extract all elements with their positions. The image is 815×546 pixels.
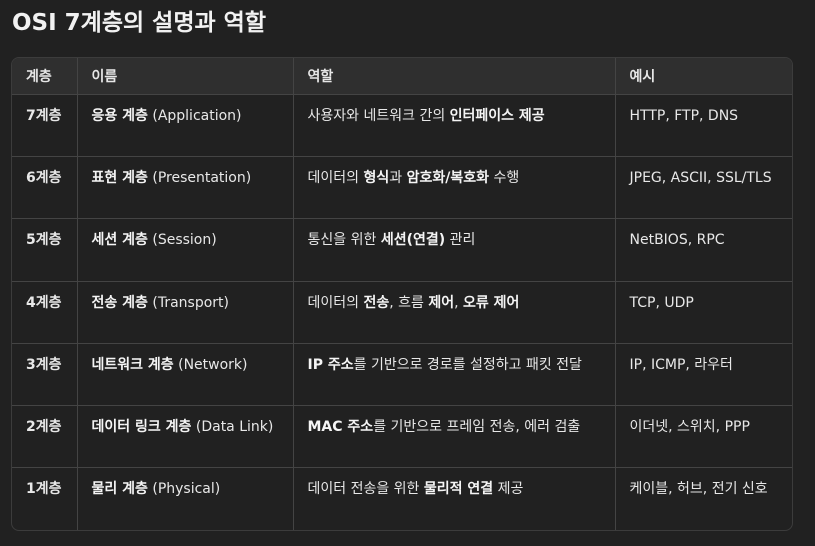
role-text: 를 기반으로 프레임 전송, 에러 검출	[373, 419, 581, 436]
cell-example: IP, ICMP, 라우터	[614, 342, 792, 406]
osi-table: 계층 이름 역할 예시 7계층 응용 계층 (Application) 사용자와 네…	[11, 57, 793, 531]
cell-layer: 3계층	[12, 342, 77, 406]
table-row: 4계층 전송 계층 (Transport) 데이터의 전송, 흐름 제어, 오류 제…	[12, 280, 792, 344]
cell-name-bold: 네트워크 계층	[91, 356, 174, 373]
cell-name: 응용 계층 (Application)	[76, 94, 293, 157]
role-emphasis: IP 주소	[307, 356, 354, 373]
table-row: 6계층 표현 계층 (Presentation) 데이터의 형식과 암호화/복호화 …	[12, 156, 792, 219]
role-emphasis: MAC 주소	[307, 419, 374, 436]
cell-role: 데이터 전송을 위한 물리적 연결 제공	[292, 467, 615, 530]
role-text: 데이터 전송을 위한	[307, 481, 424, 498]
cell-example: NetBIOS, RPC	[614, 218, 792, 282]
role-text: 사용자와 네트워크 간의	[307, 108, 450, 124]
cell-layer: 5계층	[12, 218, 77, 282]
cell-layer: 2계층	[12, 405, 77, 468]
cell-layer: 1계층	[12, 467, 77, 530]
role-emphasis: 암호화/복호화	[406, 170, 489, 187]
table-row: 3계층 네트워크 계층 (Network) IP 주소를 기반으로 경로를 설정하고…	[12, 342, 792, 406]
cell-layer: 4계층	[12, 280, 77, 344]
table-row: 7계층 응용 계층 (Application) 사용자와 네트워크 간의 인터페이스…	[12, 94, 792, 157]
role-emphasis: 세션(연결)	[380, 232, 446, 249]
cell-name-rest: (Physical)	[147, 481, 221, 498]
role-emphasis: 물리적 연결	[423, 481, 494, 498]
cell-example: TCP, UDP	[614, 280, 792, 344]
table-row: 2계층 데이터 링크 계층 (Data Link) MAC 주소를 기반으로 프레임…	[12, 405, 792, 468]
cell-name-bold: 세션 계층	[91, 232, 148, 249]
cell-role: 사용자와 네트워크 간의 인터페이스 제공	[292, 94, 615, 157]
cell-name-rest: (Data Link)	[191, 419, 274, 436]
cell-name: 전송 계층 (Transport)	[76, 280, 293, 344]
cell-name-rest: (Presentation)	[147, 170, 252, 187]
cell-example: JPEG, ASCII, SSL/TLS	[614, 156, 792, 219]
role-text: 를 기반으로 경로를 설정하고 패킷 전달	[353, 356, 582, 373]
role-text: ,	[454, 294, 464, 311]
cell-role: IP 주소를 기반으로 경로를 설정하고 패킷 전달	[292, 342, 615, 406]
cell-role: 통신을 위한 세션(연결) 관리	[292, 218, 615, 282]
role-text: 과	[389, 170, 407, 187]
cell-role: 데이터의 전송, 흐름 제어, 오류 제어	[292, 280, 615, 344]
cell-name-bold: 표현 계층	[91, 170, 148, 187]
cell-layer: 6계층	[12, 156, 77, 219]
cell-example: 케이블, 허브, 전기 신호	[614, 467, 792, 530]
cell-name: 네트워크 계층 (Network)	[76, 342, 293, 406]
cell-role: MAC 주소를 기반으로 프레임 전송, 에러 검출	[292, 405, 615, 468]
table-header-row: 계층 이름 역할 예시	[12, 58, 792, 95]
cell-name: 데이터 링크 계층 (Data Link)	[76, 405, 293, 468]
cell-name: 표현 계층 (Presentation)	[76, 156, 293, 219]
role-text: 관리	[445, 232, 476, 249]
cell-name-rest: (Application)	[147, 108, 242, 124]
cell-name: 물리 계층 (Physical)	[76, 467, 293, 530]
role-text: 제공	[493, 481, 524, 498]
cell-example: HTTP, FTP, DNS	[614, 94, 792, 157]
role-emphasis: 제어	[428, 294, 455, 311]
cell-role: 데이터의 형식과 암호화/복호화 수행	[292, 156, 615, 219]
role-emphasis: 인터페이스 제공	[449, 108, 545, 124]
cell-name: 세션 계층 (Session)	[76, 218, 293, 282]
role-emphasis: 전송	[363, 294, 390, 311]
header-role: 역할	[292, 58, 615, 95]
cell-name-rest: (Transport)	[147, 294, 229, 311]
role-text: 데이터의	[307, 170, 364, 187]
header-name: 이름	[76, 58, 293, 95]
role-emphasis: 형식	[363, 170, 390, 187]
cell-layer: 7계층	[26, 108, 62, 124]
table-row: 5계층 세션 계층 (Session) 통신을 위한 세션(연결) 관리 NetBIO…	[12, 218, 792, 282]
role-text: 데이터의	[307, 294, 364, 311]
table-row: 1계층 물리 계층 (Physical) 데이터 전송을 위한 물리적 연결 제공 케…	[12, 467, 792, 530]
cell-name-bold: 데이터 링크 계층	[91, 419, 192, 436]
role-text: 수행	[489, 170, 520, 187]
role-text: , 흐름	[389, 294, 429, 311]
role-emphasis: 오류 제어	[463, 294, 520, 311]
role-text: 통신을 위한	[307, 232, 381, 249]
page-title: OSI 7계층의 설명과 역할	[12, 10, 266, 36]
header-example: 예시	[614, 58, 792, 95]
cell-name-rest: (Network)	[173, 356, 248, 373]
cell-name-rest: (Session)	[147, 232, 217, 249]
header-layer: 계층	[12, 58, 77, 95]
cell-name-bold: 물리 계층	[91, 481, 148, 498]
cell-name-bold: 전송 계층	[91, 294, 148, 311]
cell-example: 이더넷, 스위치, PPP	[614, 405, 792, 468]
cell-name-bold: 응용 계층	[91, 108, 148, 124]
